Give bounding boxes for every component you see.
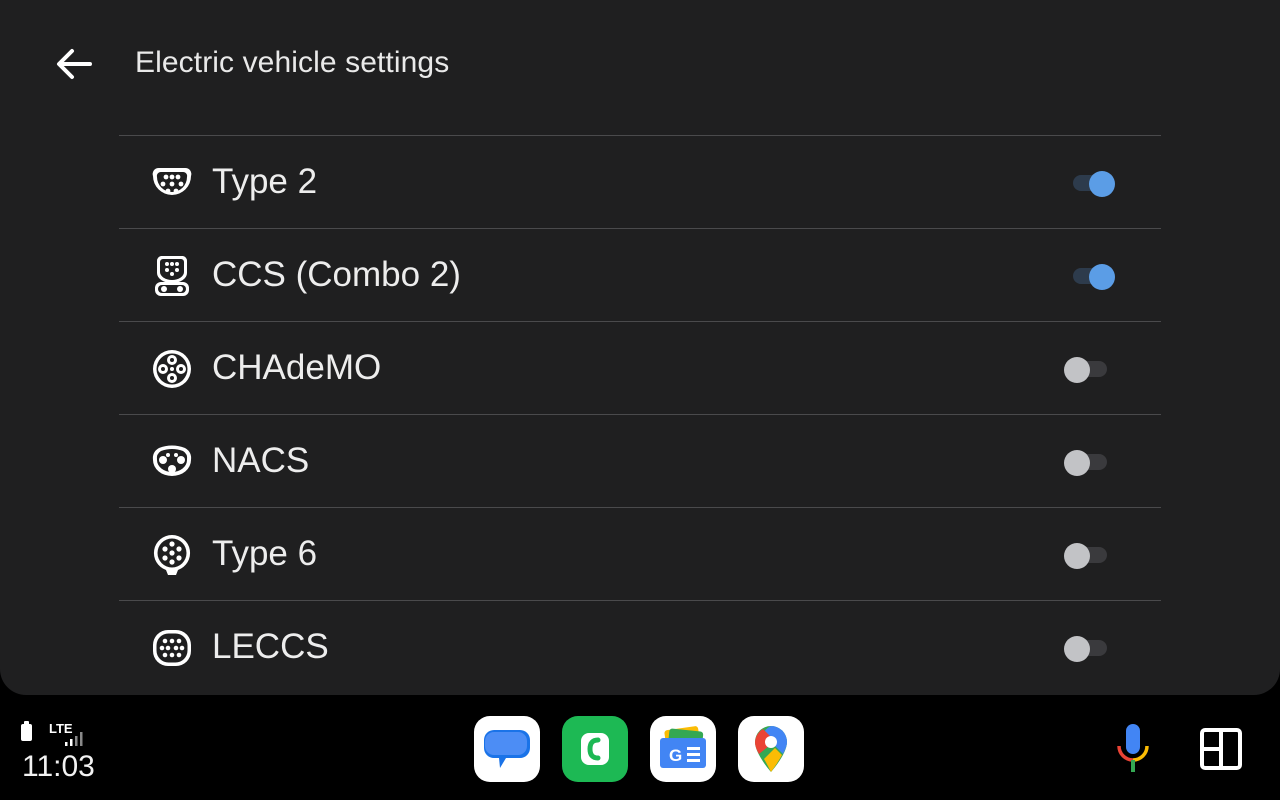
connector-label: LECCS (212, 627, 329, 666)
connector-label: CCS (Combo 2) (212, 255, 461, 294)
type6-connector-icon (153, 534, 191, 575)
connector-row-type-2[interactable]: Type 2 (119, 135, 1161, 228)
microphone-icon[interactable] (1112, 722, 1154, 778)
chademo-connector-icon (153, 350, 191, 388)
settings-panel: Electric vehicle settings Type 2 CCS (Co… (0, 0, 1280, 695)
leccs-connector-icon (153, 630, 191, 666)
app-dock: G (474, 716, 804, 782)
connector-row-leccs[interactable]: LECCS (119, 600, 1161, 693)
connector-label: Type 2 (212, 162, 318, 201)
connector-row-ccs-combo-2[interactable]: CCS (Combo 2) (119, 228, 1161, 321)
leccs-toggle[interactable] (1064, 636, 1117, 662)
connector-row-type-6[interactable]: Type 6 (119, 507, 1161, 600)
status-area: LTE 11:03 (18, 718, 118, 788)
connector-row-nacs[interactable]: NACS (119, 414, 1161, 507)
connector-list: Type 2 CCS (Combo 2) CHAdeMO NACS Type 6… (119, 135, 1161, 693)
type2-connector-icon (152, 167, 192, 195)
connector-label: CHAdeMO (212, 348, 382, 387)
battery-icon (21, 721, 32, 741)
back-button[interactable] (50, 40, 98, 88)
layout-grid-icon[interactable] (1198, 726, 1244, 772)
type-6-toggle[interactable] (1064, 543, 1117, 569)
signal-icon (65, 732, 83, 746)
nacs-toggle[interactable] (1064, 450, 1117, 476)
chademo-toggle[interactable] (1064, 357, 1117, 383)
clock: 11:03 (22, 750, 95, 783)
page-title: Electric vehicle settings (135, 46, 450, 79)
connector-row-chademo[interactable]: CHAdeMO (119, 321, 1161, 414)
svg-text:G: G (669, 746, 682, 765)
type-2-toggle[interactable] (1073, 171, 1117, 197)
nacs-connector-icon (152, 445, 192, 476)
arrow-back-icon (57, 49, 92, 79)
phone-app-icon[interactable] (562, 716, 628, 782)
ccs-combo2-connector-icon (155, 256, 189, 296)
ccs-combo-2-toggle[interactable] (1073, 264, 1117, 290)
google-maps-app-icon[interactable] (738, 716, 804, 782)
connector-label: Type 6 (212, 534, 318, 573)
connector-label: NACS (212, 441, 310, 480)
messages-app-icon[interactable] (474, 716, 540, 782)
google-news-app-icon[interactable]: G (650, 716, 716, 782)
